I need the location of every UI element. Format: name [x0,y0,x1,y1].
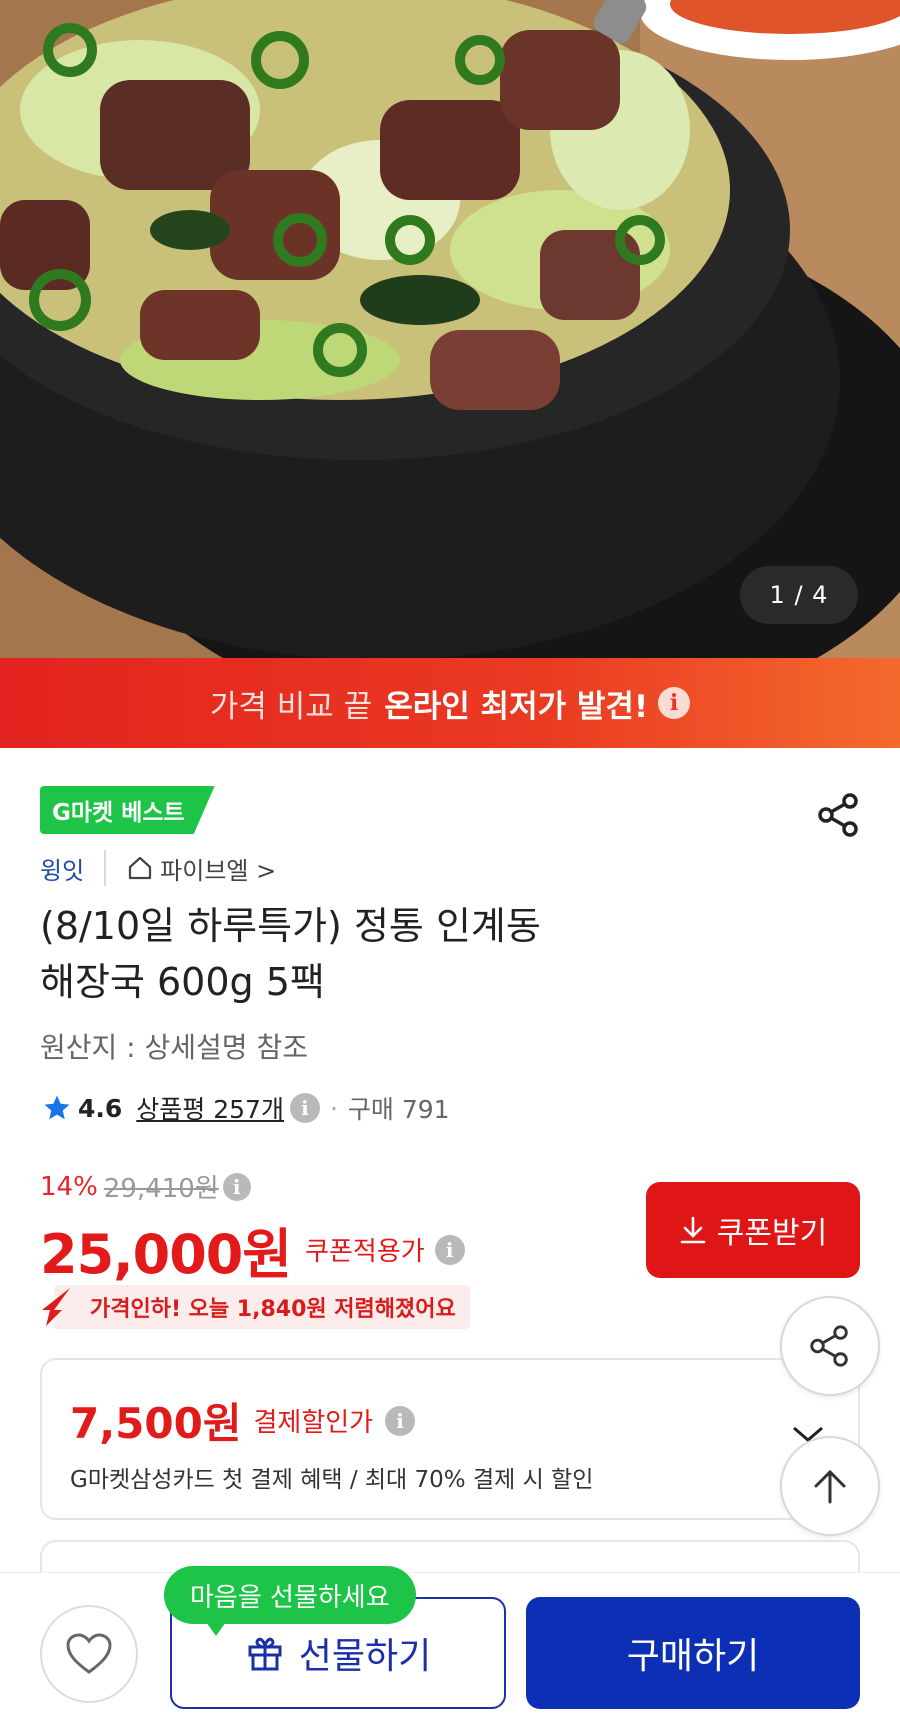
payment-amount-row: 7,500원 결제할인가 i [70,1390,416,1451]
store-name: 파이브엘 > [160,856,277,885]
product-image-carousel[interactable]: 1 / 4 [0,0,900,658]
current-price: 25,000원 [40,1223,292,1286]
lowest-price-banner[interactable]: 가격 비교 끝 온라인 최저가 발견! i [0,658,900,748]
coupon-price-label: 쿠폰적용가 [305,1237,425,1267]
wishlist-button[interactable] [40,1605,138,1703]
gmarket-best-badge: G마켓 베스트 [40,786,215,834]
store-link[interactable]: 파이브엘 > [126,851,276,886]
payment-discount-label: 결제할인가 [253,1408,374,1438]
home-icon [129,856,152,880]
reviews-link[interactable]: 상품평 257개 [136,1090,284,1126]
purchase-count: 구매 791 [347,1095,450,1124]
arrow-up-icon [814,1469,846,1504]
product-title: (8/10일 하루특가) 정통 인계동 해장국 600g 5팩 [40,898,800,1010]
payment-discount-card[interactable]: 7,500원 결제할인가 i G마켓삼성카드 첫 결제 혜택 / 최대 70% … [40,1358,860,1520]
brand-row: 윙잇 파이브엘 > [40,848,276,888]
bottom-action-bar: 선물하기 구매하기 [0,1572,900,1726]
share-icon[interactable] [814,790,864,840]
heart-icon [66,1633,112,1674]
price-down-arrow-icon [42,1288,70,1326]
star-icon [44,1095,70,1120]
scroll-to-top-button[interactable] [780,1436,880,1536]
info-icon[interactable]: i [289,1093,320,1123]
gift-button-label: 선물하기 [298,1636,432,1677]
image-counter: 1 / 4 [740,566,858,624]
download-icon [680,1216,706,1244]
coupon-button[interactable]: 쿠폰받기 [646,1182,860,1278]
gift-icon [248,1637,282,1671]
promo-text-bold: 온라인 최저가 발견! [384,688,649,725]
title-line-2: 해장국 600g 5팩 [40,960,325,1004]
current-price-row: 25,000원 쿠폰적용가 i [40,1210,465,1289]
payment-card-desc: G마켓삼성카드 첫 결제 혜택 / 최대 70% 결제 시 할인 [70,1467,594,1493]
original-price: 29,410원 [103,1174,219,1204]
rating-row: 4.6 상품평 257개 i · 구매 791 [42,1088,450,1128]
info-icon[interactable]: i [222,1172,251,1201]
promo-text-light: 가격 비교 끝 [209,688,373,725]
info-icon[interactable]: i [658,687,691,719]
product-photo [0,0,900,658]
buy-button[interactable]: 구매하기 [526,1597,860,1709]
floating-share-button[interactable] [780,1296,880,1396]
share-icon [810,1325,848,1367]
separator-dot: · [329,1093,338,1123]
divider [104,850,107,886]
original-price-row: 14% 29,410원 i [40,1168,251,1205]
payment-discount-price: 7,500원 [70,1399,242,1448]
origin-info: 원산지 : 상세설명 참조 [40,1031,308,1064]
title-line-1: (8/10일 하루특가) 정통 인계동 [40,904,541,948]
price-drop-text: 가격인하! 오늘 1,840원 저렴해졌어요 [54,1285,470,1329]
brand-link[interactable]: 윙잇 [40,851,84,886]
discount-percent: 14% [40,1171,98,1202]
price-drop-notice: 가격인하! 오늘 1,840원 저렴해졌어요 [40,1285,470,1329]
rating-score: 4.6 [78,1093,123,1123]
info-icon[interactable]: i [385,1405,416,1436]
info-icon[interactable]: i [434,1234,465,1265]
gift-tooltip: 마음을 선물하세요 [164,1566,416,1636]
coupon-button-label: 쿠폰받기 [716,1216,828,1251]
